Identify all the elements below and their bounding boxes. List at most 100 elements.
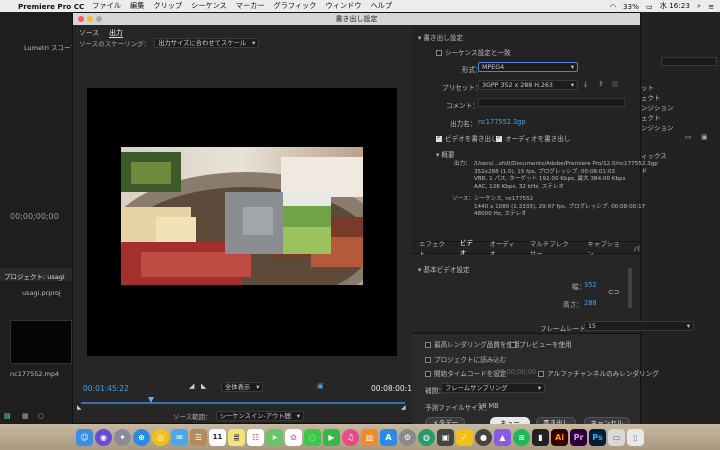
contacts-icon[interactable]: ☰ bbox=[190, 428, 207, 446]
height-value[interactable]: 288 bbox=[584, 299, 597, 307]
menu-sequence[interactable]: シーケンス bbox=[191, 1, 227, 11]
clip-thumbnail[interactable] bbox=[10, 320, 72, 364]
mail-icon[interactable]: ✉ bbox=[171, 428, 188, 446]
messages-icon[interactable]: ◌ bbox=[304, 428, 321, 446]
summary-header[interactable]: ▾ 概要 bbox=[436, 149, 455, 159]
close-window-icon[interactable] bbox=[78, 16, 84, 22]
tab-publish[interactable]: パ bbox=[634, 243, 641, 253]
delete-icon[interactable]: ▣ bbox=[701, 133, 708, 141]
aspect-ratio-icon[interactable]: ▣ bbox=[317, 382, 324, 390]
menu-app-name[interactable]: Premiere Pro CC bbox=[18, 2, 84, 11]
project-tab[interactable]: プロジェクト: usagi bbox=[4, 271, 65, 281]
siri-icon[interactable]: ◉ bbox=[95, 428, 112, 446]
battery-icon[interactable]: ▭ bbox=[646, 2, 653, 11]
trash-icon[interactable]: ▯ bbox=[627, 428, 644, 446]
comment-input[interactable] bbox=[478, 98, 625, 107]
menu-help[interactable]: ヘルプ bbox=[370, 1, 392, 11]
source-range-dropdown[interactable]: シーケンスイン-アウト間 ▾ bbox=[215, 411, 305, 421]
link-icon[interactable]: ⊂⊃ bbox=[608, 288, 620, 296]
bg-panel-item-6[interactable]: ィックス bbox=[641, 150, 667, 160]
delete-preset-icon[interactable]: ▥ bbox=[612, 80, 619, 88]
output-name-link[interactable]: nc177552.3gp bbox=[478, 118, 526, 126]
mark-in-icon[interactable]: ◢ bbox=[189, 382, 194, 390]
appstore-icon[interactable]: A bbox=[380, 428, 397, 446]
safari-icon[interactable]: ⊕ bbox=[133, 428, 150, 446]
notes-icon[interactable]: ≣ bbox=[228, 428, 245, 446]
settings-icon[interactable]: ⚙ bbox=[399, 428, 416, 446]
minimize-window-icon[interactable] bbox=[87, 16, 93, 22]
clock[interactable]: 水 16:23 bbox=[660, 1, 690, 11]
format-dropdown[interactable]: MPEG4 ▾ bbox=[478, 62, 578, 72]
folder-icon[interactable]: ▭ bbox=[608, 428, 625, 446]
menu-clip[interactable]: クリップ bbox=[153, 1, 182, 11]
app-icon-3[interactable]: ✓ bbox=[456, 428, 473, 446]
clip-name[interactable]: nc177552.mp4 bbox=[10, 370, 59, 378]
max-quality-checkbox[interactable]: 最高レンダリング品質を使用 bbox=[425, 339, 520, 349]
app-icon-6[interactable]: ▮ bbox=[532, 428, 549, 446]
range-start-handle[interactable]: ◣ bbox=[77, 404, 82, 411]
basic-video-header[interactable]: ▾ 基本ビデオ設定 bbox=[418, 264, 470, 274]
calendar-icon[interactable]: 11 bbox=[209, 428, 226, 446]
start-timecode-value[interactable]: 00;00;00;00 bbox=[496, 368, 536, 376]
wifi-icon[interactable]: ◠ bbox=[610, 2, 616, 11]
interpolation-dropdown[interactable]: フレームサンプリング ▾ bbox=[441, 383, 545, 393]
menu-extras-icon[interactable]: ≡ bbox=[708, 2, 714, 11]
match-sequence-checkbox[interactable]: シーケンス設定と一致 bbox=[436, 47, 511, 57]
photoshop-icon[interactable]: Ps bbox=[589, 428, 606, 446]
premiere-icon[interactable]: Pr bbox=[570, 428, 587, 446]
itunes-icon[interactable]: ♫ bbox=[342, 428, 359, 446]
books-icon[interactable]: ▥ bbox=[361, 428, 378, 446]
bg-panel-item-2[interactable]: ェクト bbox=[641, 92, 661, 102]
illustrator-icon[interactable]: Ai bbox=[551, 428, 568, 446]
use-preview-checkbox[interactable]: プレビューを使用 bbox=[510, 339, 572, 349]
bg-panel-item-3[interactable]: ンジション bbox=[641, 102, 674, 112]
folder-icon[interactable]: ▭ bbox=[685, 133, 692, 141]
menu-file[interactable]: ファイル bbox=[92, 1, 121, 11]
maps-icon[interactable]: ➤ bbox=[266, 428, 283, 446]
bg-panel-item-1[interactable]: ット bbox=[641, 82, 654, 92]
launchpad-icon[interactable]: ✦ bbox=[114, 428, 131, 446]
menu-marker[interactable]: マーカー bbox=[236, 1, 265, 11]
export-video-checkbox[interactable]: ビデオを書き出し bbox=[436, 133, 498, 143]
tab-output[interactable]: 出力 bbox=[109, 27, 123, 38]
menu-window[interactable]: ウィンドウ bbox=[326, 1, 362, 11]
list-view-icon[interactable]: ▤ bbox=[4, 412, 11, 420]
app-icon-5[interactable]: ▲ bbox=[494, 428, 511, 446]
icon-view-icon[interactable]: ▦ bbox=[22, 412, 29, 420]
source-range-bar[interactable] bbox=[81, 402, 405, 404]
reminders-icon[interactable]: ☷ bbox=[247, 428, 264, 446]
preset-dropdown[interactable]: 3GPP 352 x 288 H.263 ▾ bbox=[478, 80, 578, 90]
app-icon-2[interactable]: ▣ bbox=[437, 428, 454, 446]
photos-icon[interactable]: ✿ bbox=[285, 428, 302, 446]
settings-scrollbar[interactable] bbox=[628, 268, 632, 308]
frame-rate-dropdown[interactable]: 15 ▾ bbox=[584, 321, 694, 331]
export-audio-checkbox[interactable]: オーディオを書き出し bbox=[496, 133, 570, 143]
zoom-level-dropdown[interactable]: 全体表示 ▾ bbox=[221, 382, 264, 392]
save-preset-icon[interactable]: ⤓ bbox=[584, 80, 587, 89]
bg-panel-item-5[interactable]: ンジション bbox=[641, 122, 674, 132]
zoom-slider-icon[interactable]: ○ bbox=[38, 412, 44, 420]
mark-out-icon[interactable]: ◣ bbox=[201, 382, 206, 390]
lumetri-scope-tab[interactable]: Lumetri スコープ bbox=[24, 42, 77, 52]
width-value[interactable]: 352 bbox=[584, 281, 597, 289]
chrome-icon[interactable]: ◎ bbox=[152, 428, 169, 446]
app-icon-1[interactable]: ◍ bbox=[418, 428, 435, 446]
search-icon[interactable]: ⌕ bbox=[697, 1, 701, 11]
source-scaling-dropdown[interactable]: 出力サイズに合わせてスケール ▾ bbox=[154, 38, 260, 48]
import-preset-icon[interactable]: ⇪ bbox=[598, 80, 604, 88]
export-settings-header[interactable]: ▾ 書き出し設定 bbox=[418, 32, 463, 42]
spotify-icon[interactable]: ≋ bbox=[513, 428, 530, 446]
facetime-icon[interactable]: ▶ bbox=[323, 428, 340, 446]
tab-source[interactable]: ソース bbox=[79, 27, 99, 38]
bg-panel-item-4[interactable]: ェクト bbox=[641, 112, 661, 122]
app-icon-4[interactable]: ● bbox=[475, 428, 492, 446]
start-timecode-checkbox[interactable]: 開始タイムコードを設定 bbox=[425, 368, 506, 378]
file-size-value: 18 MB bbox=[478, 402, 499, 410]
import-project-checkbox[interactable]: プロジェクトに読み込む bbox=[425, 354, 507, 364]
menu-edit[interactable]: 編集 bbox=[130, 1, 144, 11]
zoom-window-icon[interactable] bbox=[96, 16, 102, 22]
alpha-only-checkbox[interactable]: アルファチャンネルのみレンダリング bbox=[538, 368, 659, 378]
finder-icon[interactable]: ☺ bbox=[76, 428, 93, 446]
range-end-handle[interactable]: ◢ bbox=[401, 404, 406, 411]
menu-graphics[interactable]: グラフィック bbox=[274, 1, 317, 11]
